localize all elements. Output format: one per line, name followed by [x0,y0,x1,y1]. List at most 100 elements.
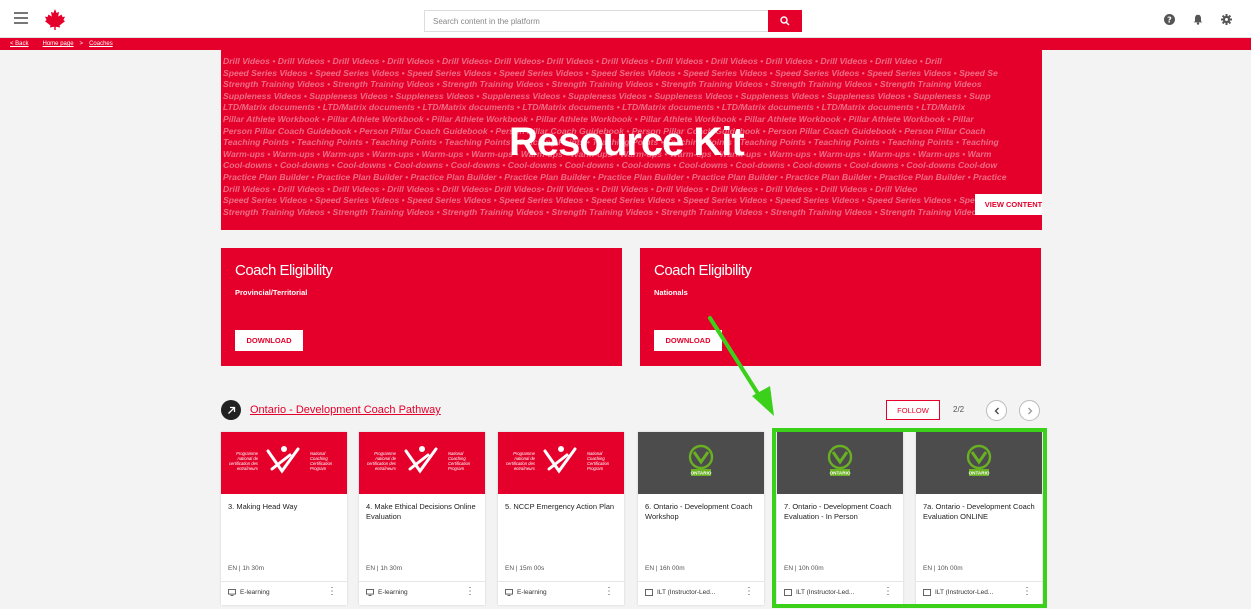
follow-button[interactable]: FOLLOW [886,400,940,420]
classroom-icon [645,589,653,596]
hero-background-line: Strength Training Videos • Strength Trai… [223,206,982,217]
ontario-logo-text: ONTARIO [969,471,990,476]
course-type: E-learning [505,589,547,596]
course-meta: EN | 10h 00m [784,565,824,572]
course-type-label: ILT (Instructor-Led... [796,589,855,596]
course-card[interactable]: Programme national de certification des … [498,432,624,605]
more-vertical-icon[interactable]: ⋮ [465,587,475,597]
svg-text:entraîneurs: entraîneurs [237,466,259,471]
course-card[interactable]: ONTARIO 6. Ontario - Development Coach W… [638,432,764,605]
svg-text:Program: Program [448,466,465,471]
bell-icon[interactable] [1192,13,1204,25]
eligibility-subtitle: Nationals [654,288,688,297]
ontario-logo-thumbnail: ONTARIO [638,432,764,494]
prev-page-button[interactable] [986,400,1007,421]
course-card[interactable]: Programme national de certification des … [221,432,347,605]
ontario-logo-text: ONTARIO [691,471,712,476]
course-type: ILT (Instructor-Led... [645,589,715,596]
course-title: 6. Ontario - Development Coach Workshop [645,502,753,521]
course-type-label: ILT (Instructor-Led... [657,589,716,596]
course-type: ILT (Instructor-Led... [784,589,854,596]
course-title: 4. Make Ethical Decisions Online Evaluat… [366,502,476,521]
svg-text:entraîneurs: entraîneurs [514,466,536,471]
ontario-logo-thumbnail: ONTARIO [916,432,1042,494]
card-divider [221,581,347,582]
course-title: 7a. Ontario - Development Coach Evaluati… [923,502,1035,521]
arrow-up-right-icon[interactable] [221,400,241,420]
card-divider [916,581,1042,582]
course-type-label: E-learning [517,589,547,596]
course-title: 5. NCCP Emergency Action Plan [505,502,615,511]
svg-text:entraîneurs: entraîneurs [375,466,397,471]
next-page-button[interactable] [1019,400,1040,421]
course-meta: EN | 10h 00m [923,565,963,572]
course-type: E-learning [366,589,408,596]
course-card[interactable]: Programme national de certification des … [359,432,485,605]
ontario-logo-thumbnail: ONTARIO [777,432,903,494]
hero-title: Resource Kit [509,120,745,164]
ncc-logo-thumbnail: Programme national de certification des … [359,432,485,494]
course-type-label: E-learning [378,589,408,596]
eligibility-title: Coach Eligibility [654,262,752,279]
course-type: E-learning [228,589,270,596]
more-vertical-icon[interactable]: ⋮ [883,587,893,597]
course-card[interactable]: ONTARIO 7a. Ontario - Development Coach … [916,432,1042,605]
classroom-icon [923,589,931,596]
search-button[interactable] [768,10,802,32]
classroom-icon [784,589,792,596]
search-icon [780,16,790,26]
hero-background-line: Practice Plan Builder • Practice Plan Bu… [223,171,1007,182]
hero-background-line: Strength Training Videos • Strength Trai… [223,79,982,90]
card-divider [777,581,903,582]
breadcrumb-separator: > [79,41,84,47]
download-button-nationals[interactable]: DOWNLOAD [654,330,722,351]
help-icon[interactable]: ? [1163,13,1175,25]
hamburger-icon[interactable] [14,12,28,24]
course-type: ILT (Instructor-Led... [923,589,993,596]
monitor-icon [505,589,513,596]
download-button-provincial[interactable]: DOWNLOAD [235,330,303,351]
maple-leaf-icon[interactable] [44,8,66,30]
course-meta: EN | 1h 30m [366,565,403,572]
pathway-title-link[interactable]: Ontario - Development Coach Pathway [250,404,441,416]
card-divider [359,581,485,582]
back-link[interactable]: < Back [10,41,29,47]
course-title: 3. Making Head Way [228,502,298,511]
course-card[interactable]: ONTARIO 7. Ontario - Development Coach E… [777,432,903,605]
hero-background-line: Suppleness Videos • Suppleness Videos • … [223,90,991,101]
page-counter: 2/2 [953,405,965,414]
eligibility-subtitle: Provincial/Territorial [235,288,308,297]
hero-background-line: LTD/Matrix documents • LTD/Matrix docume… [223,102,966,113]
course-type-label: E-learning [240,589,270,596]
more-vertical-icon[interactable]: ⋮ [744,587,754,597]
card-divider [498,581,624,582]
more-vertical-icon[interactable]: ⋮ [604,587,614,597]
eligibility-card-provincial: Coach Eligibility Provincial/Territorial… [221,248,622,366]
monitor-icon [366,589,374,596]
ontario-logo-text: ONTARIO [830,471,851,476]
course-meta: EN | 1h 30m [228,565,265,572]
hero-background-line: Drill Videos • Drill Videos • Drill Vide… [223,56,942,66]
search-input[interactable] [424,10,768,32]
breadcrumb: < Back Home page > Coaches [0,38,1251,50]
ncc-logo-thumbnail: Programme national de certification des … [221,432,347,494]
hero-background-line: Speed Series Videos • Speed Series Video… [223,195,1014,206]
course-type-label: ILT (Instructor-Led... [935,589,994,596]
ncc-logo-thumbnail: Programme national de certification des … [498,432,624,494]
eligibility-card-nationals: Coach Eligibility Nationals DOWNLOAD [640,248,1041,366]
course-meta: EN | 16h 00m [645,565,685,572]
breadcrumb-current[interactable]: Coaches [89,41,113,47]
more-vertical-icon[interactable]: ⋮ [327,587,337,597]
svg-text:?: ? [1167,15,1172,24]
view-content-button[interactable]: VIEW CONTENT [975,194,1042,215]
hero-background-line: Speed Series Videos • Speed Series Video… [223,67,998,78]
chevron-left-icon [994,407,999,414]
hero-background-line: Drill Videos • Drill Videos • Drill Vide… [223,183,918,194]
resource-kit-banner: Drill Videos • Drill Videos • Drill Vide… [221,50,1042,230]
course-title: 7. Ontario - Development Coach Evaluatio… [784,502,892,521]
gear-icon[interactable] [1220,13,1232,25]
breadcrumb-home-link[interactable]: Home page [43,41,74,47]
more-vertical-icon[interactable]: ⋮ [1022,587,1032,597]
card-divider [638,581,764,582]
monitor-icon [228,589,236,596]
